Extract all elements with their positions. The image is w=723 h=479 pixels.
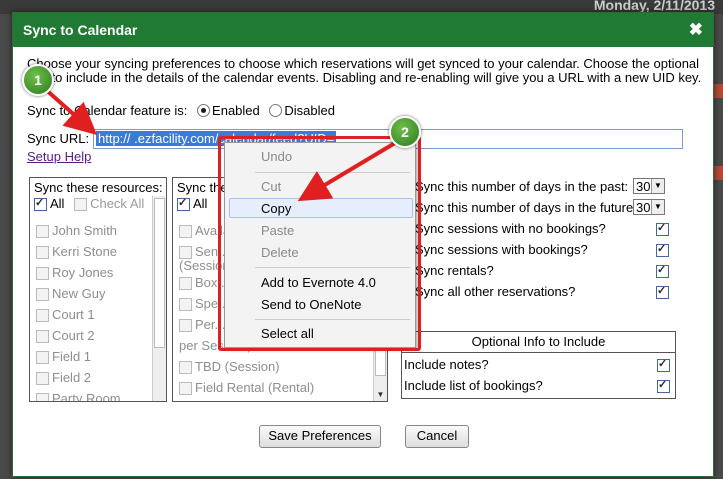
callout-badge-2: 2 <box>389 116 421 148</box>
arrow-to-copy <box>297 138 402 202</box>
annotation-arrows <box>42 86 402 202</box>
arrow-to-url <box>42 86 97 135</box>
callout-badge-1: 1 <box>22 64 54 96</box>
